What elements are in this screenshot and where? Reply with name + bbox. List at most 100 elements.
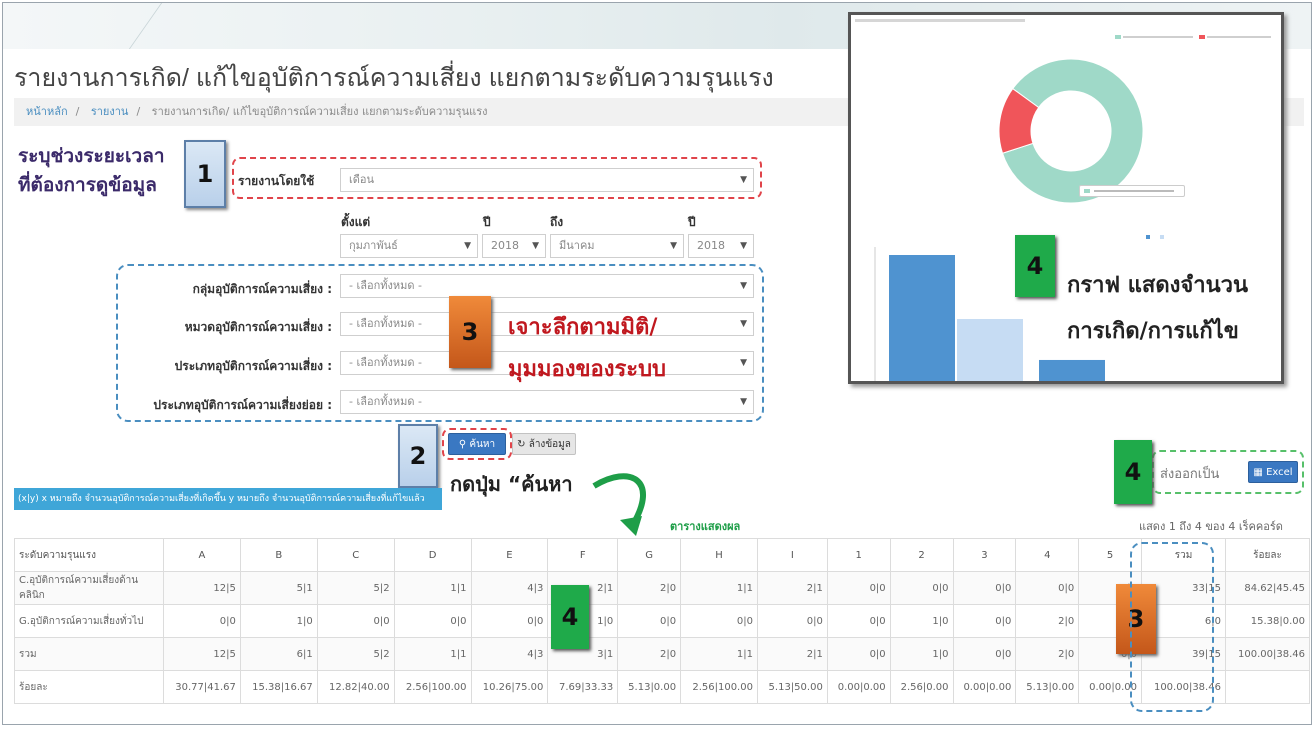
chevron-down-icon: ▼ bbox=[740, 281, 747, 291]
table-cell: 1|0 bbox=[889, 637, 954, 671]
total-column-highlight bbox=[1130, 542, 1214, 712]
table-header[interactable]: F bbox=[547, 538, 619, 572]
table-cell: 1|0 bbox=[889, 604, 954, 638]
report-by-select[interactable]: เดือน ▼ bbox=[340, 168, 754, 192]
row-label-cell: ร้อยละ bbox=[14, 670, 164, 704]
table-cell: 2|1 bbox=[756, 637, 828, 671]
filter-value-category: - เลือกทั้งหมด - bbox=[349, 317, 422, 330]
legend-text bbox=[1123, 36, 1193, 38]
chevron-down-icon: ▼ bbox=[740, 175, 747, 185]
step4-badge-table: 4 bbox=[551, 585, 589, 649]
step1-note-line2: ที่ต้องการดูข้อมูล bbox=[18, 174, 157, 196]
table-cell: 0|0 bbox=[756, 604, 828, 638]
from-label: ตั้งแต่ bbox=[341, 215, 371, 229]
table-header[interactable]: ระดับความรุนแรง bbox=[14, 538, 164, 572]
table-cell: 2|0 bbox=[617, 637, 682, 671]
legend-swatch bbox=[1199, 35, 1205, 39]
clear-button-label: ล้างข้อมูล bbox=[528, 439, 571, 450]
table-header[interactable]: H bbox=[680, 538, 758, 572]
table-cell: 1|1 bbox=[680, 637, 758, 671]
excel-export-button[interactable]: ▦ Excel bbox=[1248, 461, 1298, 483]
table-cell: 5|2 bbox=[316, 637, 395, 671]
table-header[interactable]: E bbox=[470, 538, 549, 572]
bar[interactable] bbox=[957, 319, 1023, 383]
legend-info-bar: (x|y) x หมายถึง จำนวนอุบัติการณ์ความเสี่… bbox=[14, 488, 442, 510]
year2-label: ปี bbox=[688, 215, 696, 229]
row-label-cell: C.อุบัติการณ์ความเสี่ยงด้านคลินิก bbox=[14, 571, 164, 605]
table-cell: 0|0 bbox=[826, 637, 891, 671]
from-month-select[interactable]: กุมภาพันธ์ ▼ bbox=[340, 234, 478, 258]
from-year-value: 2018 bbox=[491, 239, 519, 252]
step2-badge: 2 bbox=[398, 424, 438, 488]
step4-badge-chart: 4 bbox=[1015, 235, 1055, 297]
table-cell: 1|1 bbox=[393, 637, 472, 671]
table-header[interactable]: 1 bbox=[826, 538, 891, 572]
table-cell: 0|0 bbox=[952, 571, 1017, 605]
table-cell: 1|0 bbox=[239, 604, 318, 638]
arrow-down-icon bbox=[592, 473, 646, 536]
table-info: แสดง 1 ถึง 4 ของ 4 เร็คคอร์ด bbox=[1139, 520, 1283, 533]
to-month-select[interactable]: มีนาคม ▼ bbox=[550, 234, 684, 258]
table-cell: 5.13|0.00 bbox=[617, 670, 682, 704]
search-button-label: ค้นหา bbox=[469, 439, 496, 450]
search-icon: ⚲ bbox=[458, 439, 470, 450]
table-cell: 2.56|0.00 bbox=[889, 670, 954, 704]
donut-tooltip bbox=[1079, 185, 1185, 197]
filter-value-subtype: - เลือกทั้งหมด - bbox=[349, 395, 422, 408]
bar-legend bbox=[1146, 235, 1176, 239]
table-header-row: ระดับความรุนแรง A B C D E F G H I 1 2 3 … bbox=[14, 538, 1311, 572]
bar[interactable] bbox=[889, 255, 955, 383]
bar[interactable] bbox=[1039, 359, 1105, 383]
table-cell: 0.00|0.00 bbox=[826, 670, 891, 704]
result-label: ตารางแสดงผล bbox=[670, 520, 741, 533]
table-cell: 0.00|0.00 bbox=[952, 670, 1017, 704]
table-header[interactable]: B bbox=[239, 538, 318, 572]
row-label-cell: G.อุบัติการณ์ความเสี่ยงทั่วไป bbox=[14, 604, 164, 638]
chart-title-placeholder bbox=[855, 19, 1025, 22]
filter-value-type: - เลือกทั้งหมด - bbox=[349, 356, 422, 369]
table-header[interactable]: ร้อยละ bbox=[1224, 538, 1311, 572]
chevron-down-icon: ▼ bbox=[740, 358, 747, 368]
table-cell: 12|5 bbox=[163, 571, 241, 605]
table-header[interactable]: D bbox=[393, 538, 472, 572]
table-header[interactable]: 4 bbox=[1015, 538, 1080, 572]
step1-note-line1: ระบุช่วงระยะเวลา bbox=[18, 145, 165, 167]
filter-select-subtype[interactable]: - เลือกทั้งหมด - ▼ bbox=[340, 390, 754, 414]
table-cell: 1|1 bbox=[680, 571, 758, 605]
excel-icon: ▦ bbox=[1253, 467, 1267, 478]
table-cell: 0|0 bbox=[470, 604, 549, 638]
table-cell: 0|0 bbox=[316, 604, 395, 638]
from-year-select[interactable]: 2018 ▼ bbox=[482, 234, 546, 258]
table-header[interactable]: I bbox=[756, 538, 828, 572]
to-label: ถึง bbox=[550, 215, 564, 229]
filter-label-type: ประเภทอุบัติการณ์ความเสี่ยง : bbox=[174, 359, 332, 373]
chart-legend bbox=[1115, 35, 1271, 41]
chevron-down-icon: ▼ bbox=[740, 319, 747, 329]
clear-button[interactable]: ↻ ล้างข้อมูล bbox=[512, 433, 576, 455]
graph-note-line1: กราฟ แสดงจำนวน bbox=[1067, 273, 1249, 298]
table-cell bbox=[1224, 670, 1311, 704]
table-cell: 0|0 bbox=[952, 637, 1017, 671]
table-cell: 7.69|33.33 bbox=[547, 670, 619, 704]
search-button[interactable]: ⚲ ค้นหา bbox=[448, 433, 506, 455]
tooltip-swatch bbox=[1084, 189, 1090, 193]
excel-button-label: Excel bbox=[1266, 467, 1293, 478]
to-year-value: 2018 bbox=[697, 239, 725, 252]
table-header[interactable]: 3 bbox=[952, 538, 1017, 572]
table-cell: 12.82|40.00 bbox=[316, 670, 395, 704]
breadcrumb-report[interactable]: รายงาน bbox=[91, 105, 129, 118]
to-year-select[interactable]: 2018 ▼ bbox=[688, 234, 754, 258]
from-month-value: กุมภาพันธ์ bbox=[349, 239, 398, 252]
table-cell: 0|0 bbox=[826, 604, 891, 638]
step3-note-line2: มุมมองของระบบ bbox=[508, 357, 667, 382]
table-cell: 5.13|0.00 bbox=[1015, 670, 1080, 704]
breadcrumb-home[interactable]: หน้าหลัก bbox=[26, 105, 68, 118]
table-row: ร้อยละ 30.77|41.67 15.38|16.67 12.82|40.00 2… bbox=[14, 670, 1311, 704]
graph-note-line2: การเกิด/การแก้ไข bbox=[1067, 319, 1239, 344]
table-header[interactable]: A bbox=[163, 538, 241, 572]
table-cell: 12|5 bbox=[163, 637, 241, 671]
table-header[interactable]: G bbox=[617, 538, 682, 572]
filter-select-group[interactable]: - เลือกทั้งหมด - ▼ bbox=[340, 274, 754, 298]
table-header[interactable]: 2 bbox=[889, 538, 954, 572]
table-header[interactable]: C bbox=[316, 538, 395, 572]
